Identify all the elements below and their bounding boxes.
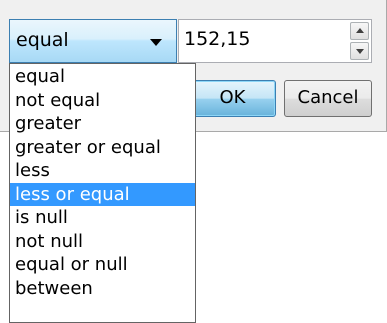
chevron-down-icon [150,39,162,46]
operator-option[interactable]: is null [10,206,195,230]
operator-option[interactable]: less [10,159,195,183]
operator-option[interactable]: equal [10,65,195,89]
spin-up-icon [356,28,364,33]
operator-option[interactable]: greater or equal [10,136,195,160]
ok-button[interactable]: OK [189,80,276,117]
operator-option[interactable]: not equal [10,89,195,113]
spin-up-button[interactable] [350,22,369,40]
operator-selected-value: equal [16,29,69,51]
operator-option[interactable]: less or equal [10,182,195,206]
spin-down-icon [356,49,364,54]
cancel-button[interactable]: Cancel [284,80,372,117]
value-spinner [350,22,369,60]
operator-dropdown-list: equal not equal greater greater or equal les… [9,63,196,323]
spin-down-button[interactable] [350,42,369,60]
value-input[interactable]: 152,15 [178,19,372,63]
value-text: 152,15 [184,28,251,50]
operator-option[interactable]: greater [10,112,195,136]
operator-select[interactable]: equal [9,19,177,63]
operator-option[interactable]: not null [10,230,195,254]
operator-option[interactable]: between [10,277,195,301]
operator-option[interactable]: equal or null [10,253,195,277]
